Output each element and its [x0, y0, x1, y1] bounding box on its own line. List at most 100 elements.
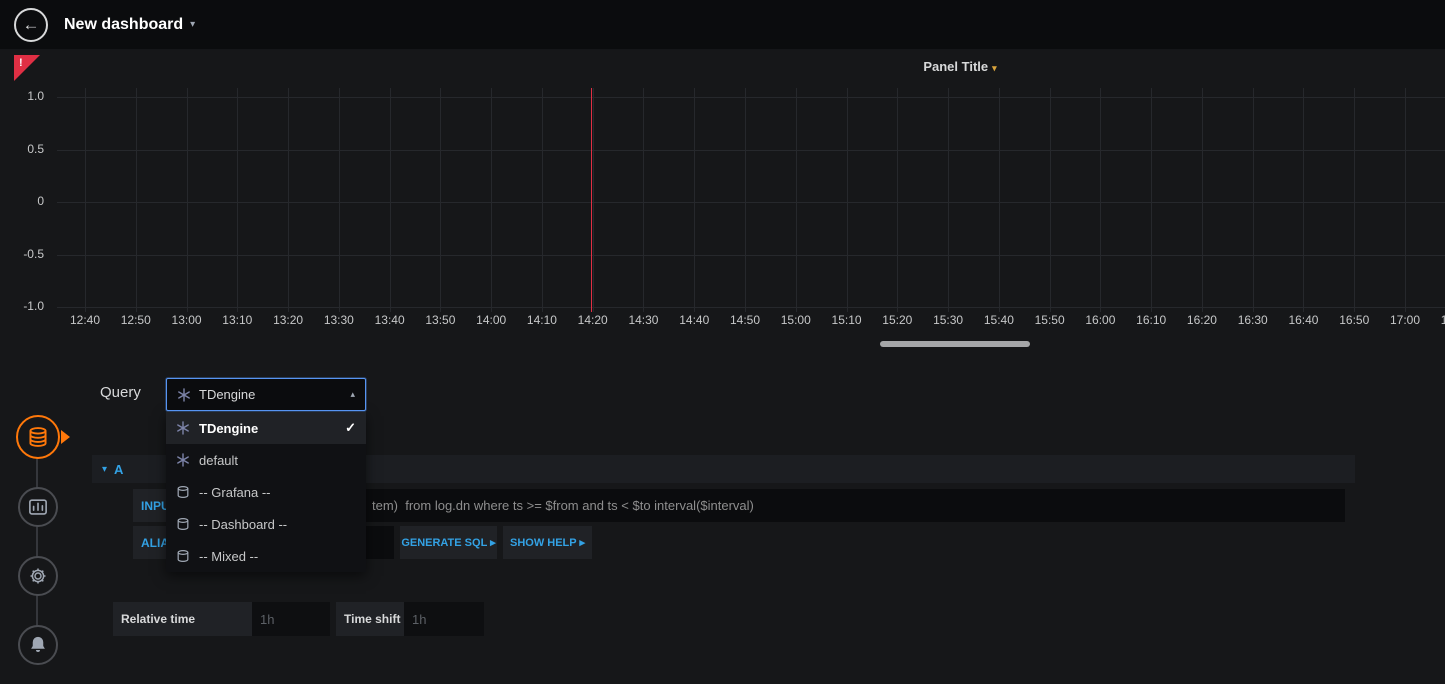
gridline-vertical [1253, 88, 1254, 312]
annotation-line [591, 88, 592, 312]
x-axis-tick: 15:00 [770, 313, 822, 327]
y-axis-tick: -0.5 [6, 247, 44, 261]
dropdown-option-mixed[interactable]: -- Mixed -- [166, 540, 366, 572]
x-axis-tick: 15:40 [973, 313, 1025, 327]
tdengine-star-icon [177, 388, 191, 402]
dropdown-option-dashboard[interactable]: -- Dashboard -- [166, 508, 366, 540]
x-axis-tick: 14:50 [719, 313, 771, 327]
dropdown-option-grafana[interactable]: -- Grafana -- [166, 476, 366, 508]
x-axis-tick: 13:40 [364, 313, 416, 327]
dropdown-option-label: TDengine [199, 421, 258, 436]
x-axis-tick: 14:00 [465, 313, 517, 327]
gridline-vertical [542, 88, 543, 312]
time-shift-input[interactable] [404, 602, 484, 636]
chart-icon [28, 497, 48, 517]
navbar: ← New dashboard ▾ [0, 0, 1445, 50]
x-axis-tick: 14:20 [567, 313, 619, 327]
gridline-horizontal [57, 307, 1445, 308]
dashboard-title-menu[interactable]: New dashboard ▾ [64, 16, 195, 34]
gridline-vertical [1405, 88, 1406, 312]
gridline-vertical [694, 88, 695, 312]
relative-time-input[interactable] [252, 602, 330, 636]
check-icon: ✓ [345, 420, 356, 436]
gridline-vertical [1050, 88, 1051, 312]
gridline-vertical [1202, 88, 1203, 312]
dropdown-option-label: -- Dashboard -- [199, 517, 287, 532]
horizontal-scrollbar-thumb[interactable] [880, 341, 1030, 347]
panel-title: Panel Title [923, 59, 988, 74]
datasource-dropdown-menu: TDengine ✓ default -- Grafana -- -- Dash… [166, 412, 366, 572]
active-tab-pointer [61, 430, 70, 444]
database-icon [27, 426, 49, 448]
gridline-vertical [339, 88, 340, 312]
gridline-vertical [593, 88, 594, 312]
tdengine-star-icon [176, 453, 190, 467]
gridline-vertical [796, 88, 797, 312]
gridline-vertical [1354, 88, 1355, 312]
gridline-horizontal [57, 202, 1445, 203]
gridline-vertical [999, 88, 1000, 312]
gridline-vertical [847, 88, 848, 312]
gridline-vertical [85, 88, 86, 312]
dropdown-option-default[interactable]: default [166, 444, 366, 476]
sidebar-tab-datasource[interactable] [16, 415, 60, 459]
x-axis-tick: 14:10 [516, 313, 568, 327]
gridline-vertical [491, 88, 492, 312]
gridline-vertical [1151, 88, 1152, 312]
back-button[interactable]: ← [14, 8, 48, 42]
bell-icon [28, 635, 48, 655]
x-axis-tick: 16:20 [1176, 313, 1228, 327]
gridline-vertical [897, 88, 898, 312]
gridline-vertical [187, 88, 188, 312]
gear-icon [28, 566, 48, 586]
database-icon [176, 549, 190, 563]
gridline-vertical [1100, 88, 1101, 312]
gridline-horizontal [57, 255, 1445, 256]
sidebar-tab-alert[interactable] [18, 625, 58, 665]
gridline-vertical [390, 88, 391, 312]
x-axis-tick: 15:50 [1024, 313, 1076, 327]
gridline-horizontal [57, 150, 1445, 151]
x-axis-tick: 15:20 [871, 313, 923, 327]
show-help-button[interactable]: SHOW HELP ▸ [503, 526, 592, 559]
y-axis-tick: 0 [6, 194, 44, 208]
chevron-up-icon: ▴ [350, 389, 355, 400]
relative-time-label: Relative time [113, 602, 252, 636]
y-axis-tick: 1.0 [6, 89, 44, 103]
x-axis-tick: 15:10 [821, 313, 873, 327]
sidebar-tab-general[interactable] [18, 556, 58, 596]
datasource-select[interactable]: TDengine ▴ [166, 378, 366, 411]
x-axis-tick: 17:10 [1430, 313, 1445, 327]
datasource-selected-value: TDengine [199, 387, 342, 402]
x-axis-tick: 16:10 [1125, 313, 1177, 327]
y-axis-tick: 0.5 [6, 142, 44, 156]
y-axis-tick: -1.0 [6, 299, 44, 313]
x-axis-tick: 15:30 [922, 313, 974, 327]
x-axis-tick: 14:30 [617, 313, 669, 327]
x-axis-tick: 16:30 [1227, 313, 1279, 327]
x-axis-tick: 13:50 [414, 313, 466, 327]
gridline-vertical [948, 88, 949, 312]
x-axis-tick: 13:00 [161, 313, 213, 327]
database-icon [176, 517, 190, 531]
x-axis-tick: 16:40 [1277, 313, 1329, 327]
dropdown-option-tdengine[interactable]: TDengine ✓ [166, 412, 366, 444]
error-exclamation-icon: ! [19, 57, 23, 69]
database-icon [176, 485, 190, 499]
query-row-letter: A [114, 462, 123, 477]
x-axis-tick: 13:30 [313, 313, 365, 327]
gridline-vertical [745, 88, 746, 312]
x-axis-tick: 14:40 [668, 313, 720, 327]
gridline-vertical [136, 88, 137, 312]
gridline-vertical [288, 88, 289, 312]
x-axis-tick: 12:50 [110, 313, 162, 327]
x-axis-tick: 13:20 [262, 313, 314, 327]
generate-sql-button[interactable]: GENERATE SQL ▸ [400, 526, 497, 559]
back-arrow-icon: ← [23, 15, 40, 35]
time-shift-label: Time shift [336, 602, 404, 636]
panel-title-menu[interactable]: Panel Title▾ [860, 59, 1060, 74]
query-section-label: Query [100, 384, 141, 401]
sidebar-tab-visualization[interactable] [18, 487, 58, 527]
gridline-vertical [237, 88, 238, 312]
panel-error-corner [14, 55, 40, 81]
